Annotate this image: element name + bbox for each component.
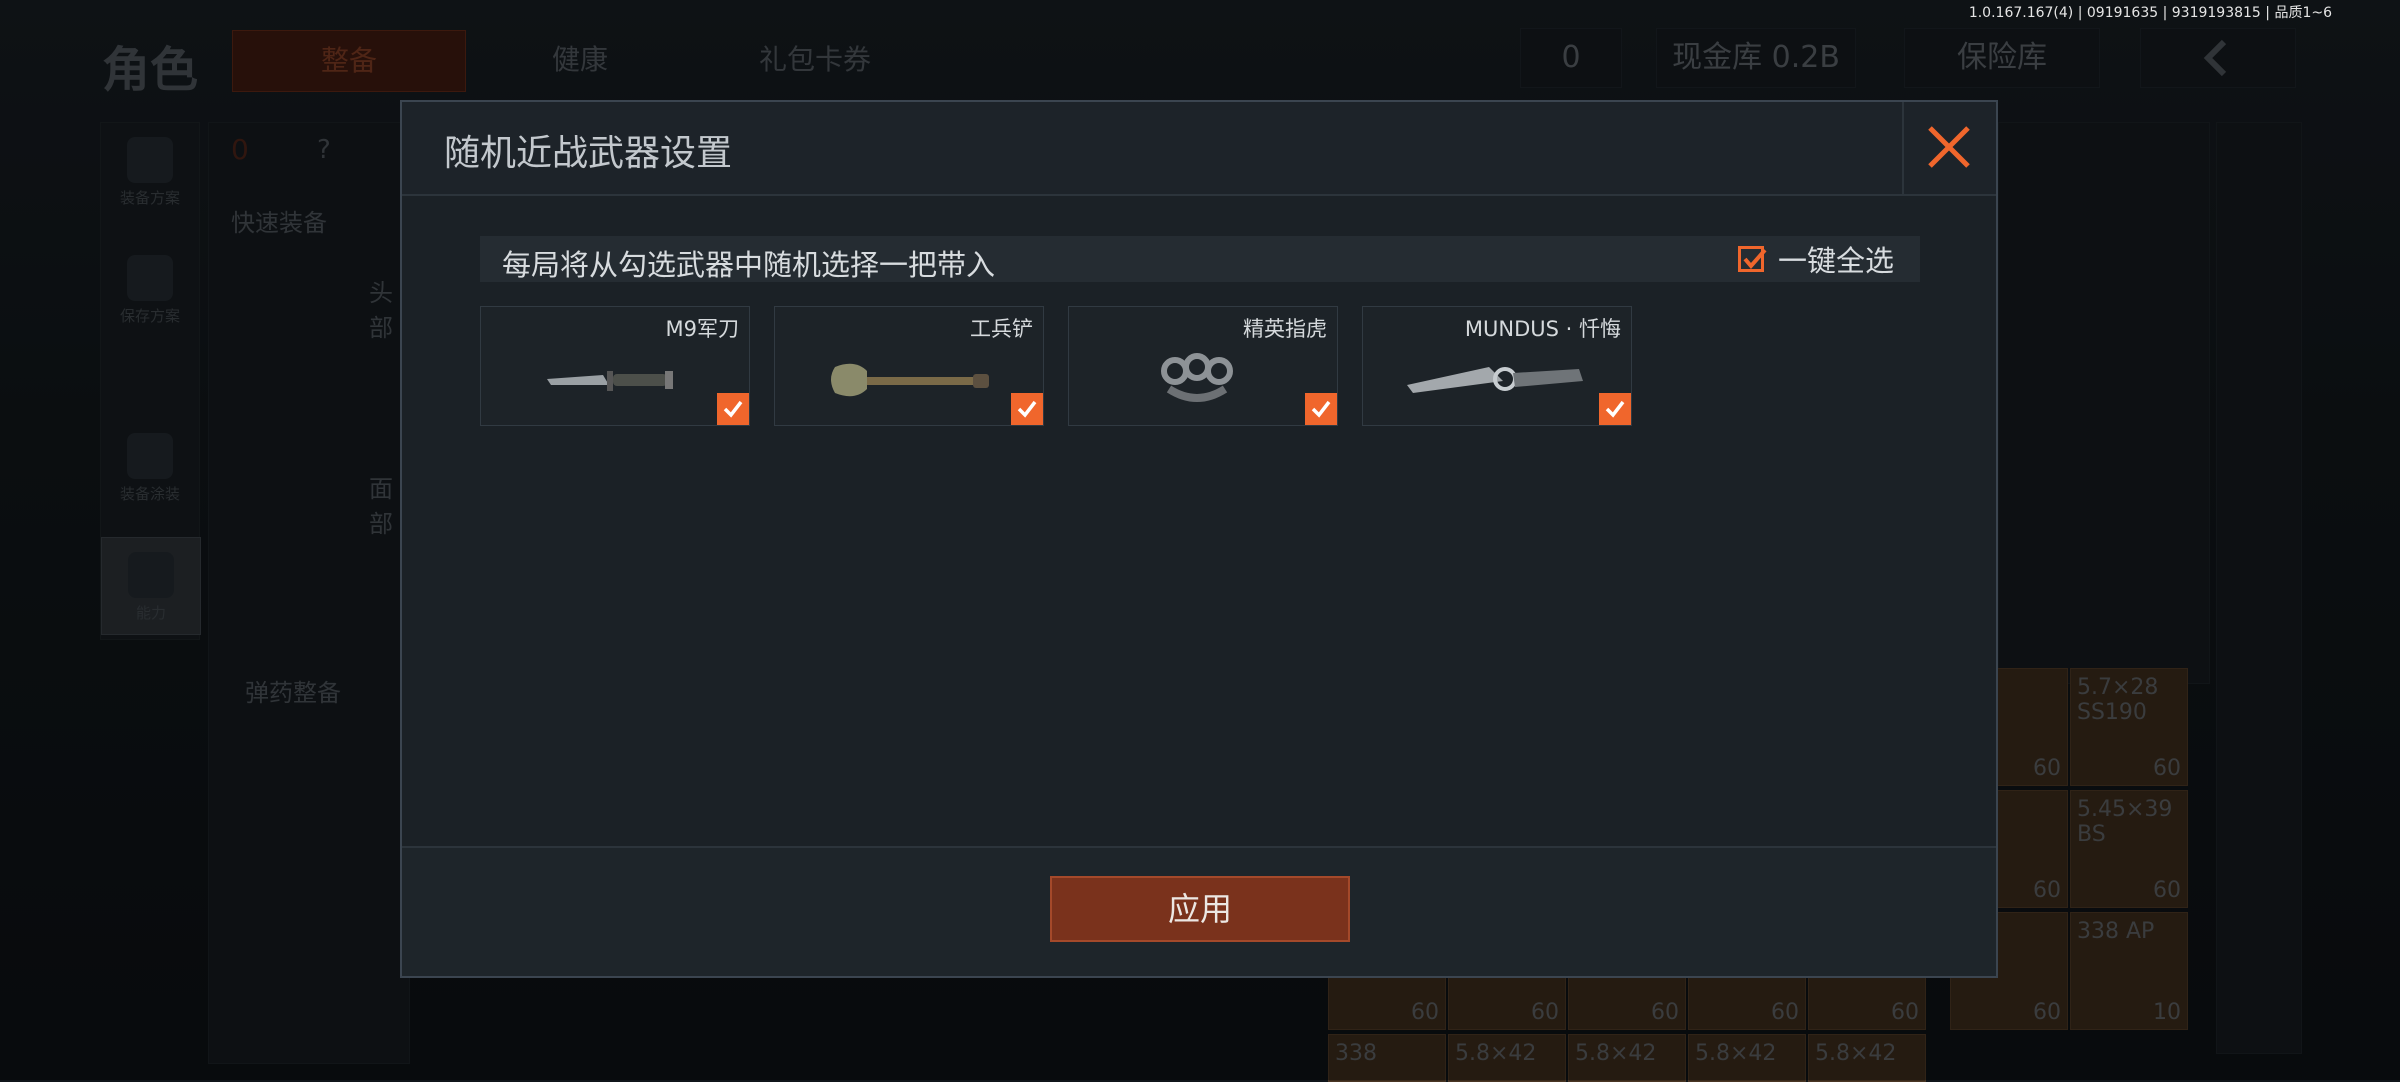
select-all-label: 一键全选 xyxy=(1777,244,1894,278)
shovel-icon xyxy=(831,363,989,397)
weapon-checkbox[interactable] xyxy=(717,393,749,425)
weapon-card-knuckles[interactable]: 精英指虎 xyxy=(1068,306,1338,426)
weapon-name: 精英指虎 xyxy=(1243,317,1327,341)
modal-header: 随机近战武器设置 xyxy=(402,102,1996,196)
weapon-name: 工兵铲 xyxy=(970,317,1033,341)
check-icon xyxy=(1743,248,1767,270)
info-text: 每局将从勾选武器中随机选择一把带入 xyxy=(502,248,996,282)
weapon-card-m9[interactable]: M9军刀 xyxy=(480,306,750,426)
weapon-checkbox[interactable] xyxy=(1305,393,1337,425)
version-text: 1.0.167.167(4) | 09191635 | 9319193815 |… xyxy=(1968,5,2332,21)
weapon-name: MUNDUS · 忏悔 xyxy=(1464,317,1621,341)
check-icon xyxy=(1311,400,1331,418)
weapon-checkbox[interactable] xyxy=(1011,393,1043,425)
random-melee-modal: 随机近战武器设置 每局将从勾选武器中随机选择一把带入 一键全选 M9军刀 工兵铲 xyxy=(400,100,1998,978)
check-icon xyxy=(1017,400,1037,418)
weapon-card-mundus[interactable]: MUNDUS · 忏悔 xyxy=(1362,306,1632,426)
modal-footer: 应用 xyxy=(402,846,1996,976)
brass-knuckles-icon xyxy=(1161,353,1233,402)
weapon-card-shovel[interactable]: 工兵铲 xyxy=(774,306,1044,426)
ornate-knife-icon xyxy=(1407,367,1583,393)
check-icon xyxy=(1605,400,1625,418)
weapon-checkbox[interactable] xyxy=(1599,393,1631,425)
bayonet-knife-icon xyxy=(547,371,673,391)
check-icon xyxy=(723,400,743,418)
close-button[interactable] xyxy=(1902,102,1996,194)
select-all-checkbox[interactable] xyxy=(1737,246,1767,272)
info-bar: 每局将从勾选武器中随机选择一把带入 一键全选 xyxy=(480,236,1920,282)
apply-button[interactable]: 应用 xyxy=(1050,876,1350,942)
close-icon xyxy=(1928,126,1970,168)
modal-title: 随机近战武器设置 xyxy=(444,133,733,174)
weapon-name: M9军刀 xyxy=(665,317,739,341)
select-all-toggle[interactable]: 一键全选 xyxy=(1737,241,1894,278)
